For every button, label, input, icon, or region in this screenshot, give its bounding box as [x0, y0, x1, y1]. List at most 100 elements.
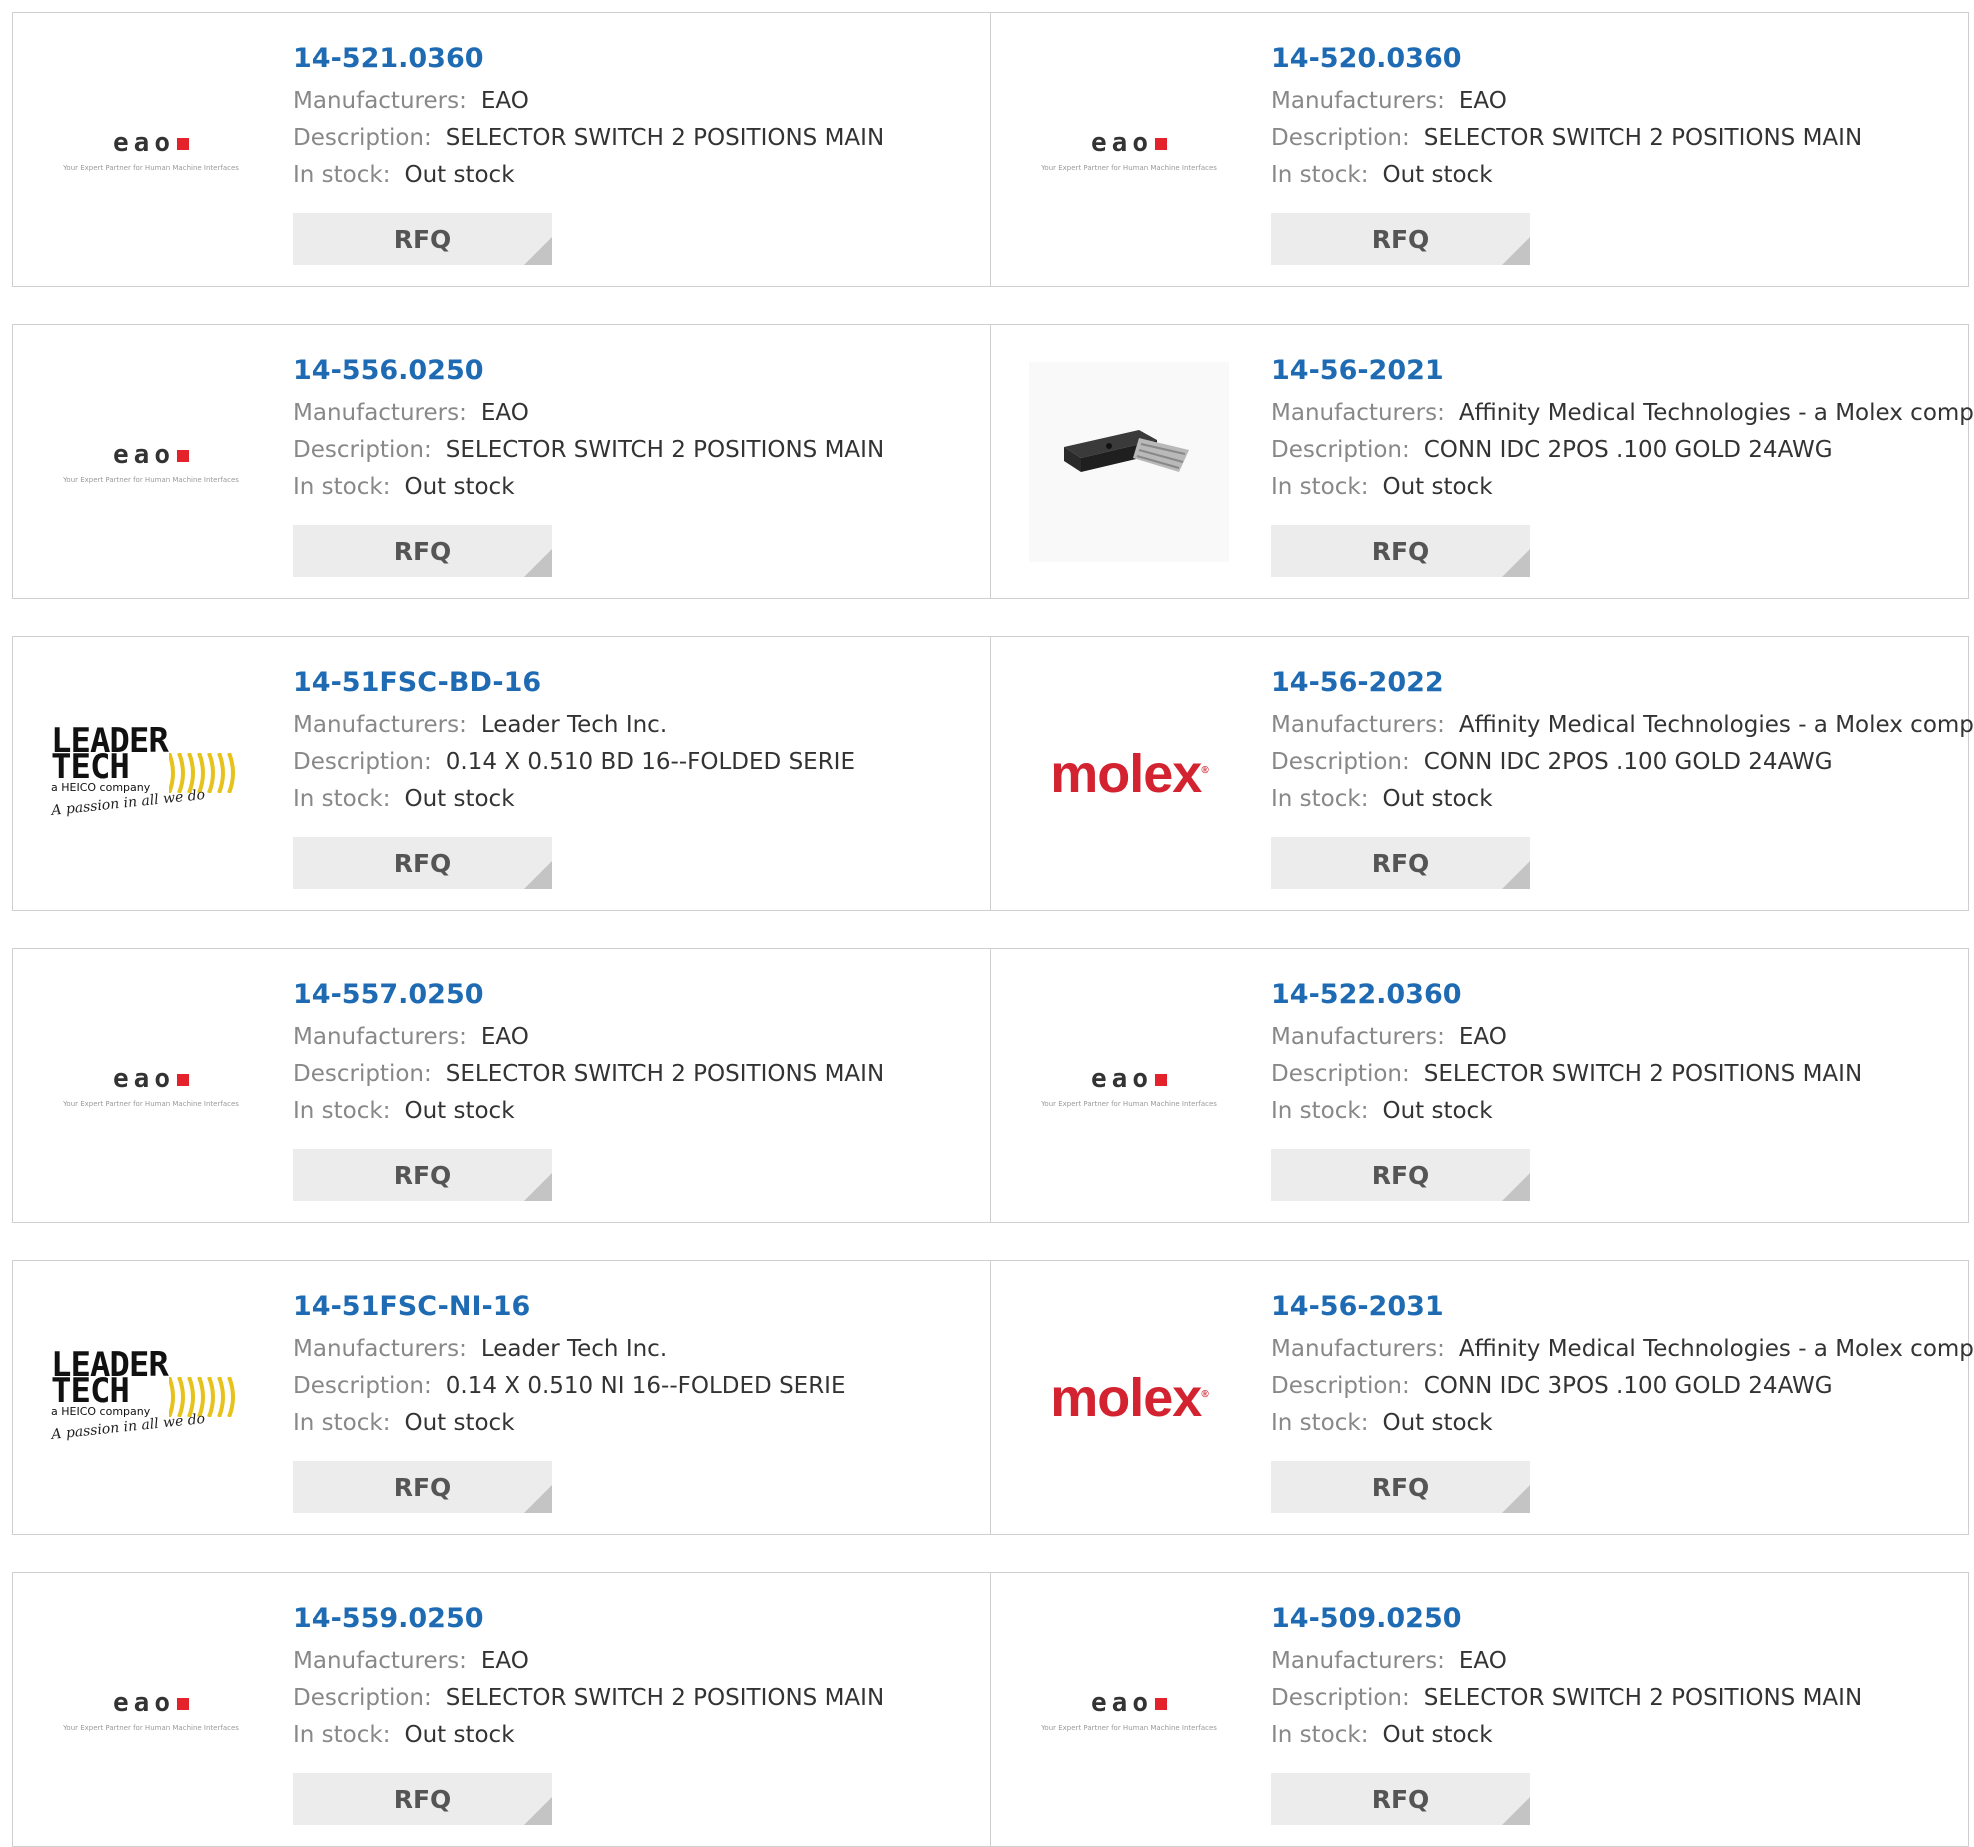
rfq-label: RFQ	[393, 224, 452, 254]
manufacturer-value: Affinity Medical Technologies - a Molex …	[1458, 1336, 1974, 1362]
stock-label: In stock:	[293, 1722, 391, 1748]
stock-value: Out stock	[404, 1410, 515, 1436]
part-number-link[interactable]: 14-51FSC-NI-16	[293, 1289, 846, 1325]
stock-line: In stock: Out stock	[1271, 781, 1974, 818]
molex-logo: molex®	[1050, 744, 1209, 804]
description-value: 0.14 X 0.510 BD 16--FOLDED SERIE	[445, 749, 855, 775]
stock-line: In stock: Out stock	[1271, 1405, 1974, 1442]
description-label: Description:	[293, 749, 432, 775]
manufacturer-value: Leader Tech Inc.	[480, 712, 668, 738]
part-number-link[interactable]: 14-557.0250	[293, 977, 884, 1013]
part-number-link[interactable]: 14-559.0250	[293, 1601, 884, 1637]
manufacturer-line: Manufacturers: EAO	[293, 1019, 884, 1056]
corner-triangle-icon	[524, 1173, 552, 1201]
manufacturer-logo[interactable]: eao Your Expert Partner for Human Machine…	[1029, 986, 1229, 1186]
corner-triangle-icon	[524, 237, 552, 265]
manufacturer-logo[interactable]: eao Your Expert Partner for Human Machine…	[1029, 1610, 1229, 1810]
eao-square-icon	[176, 138, 189, 150]
part-number-link[interactable]: 14-56-2021	[1271, 353, 1974, 389]
manufacturer-logo[interactable]: molex®	[1029, 1298, 1229, 1498]
rfq-button[interactable]: RFQ	[1271, 837, 1530, 889]
eao-logo: eao Your Expert Partner for Human Machine…	[63, 1688, 239, 1732]
manufacturer-line: Manufacturers: Affinity Medical Technolog…	[1271, 707, 1974, 744]
rfq-button[interactable]: RFQ	[293, 213, 552, 265]
rfq-button[interactable]: RFQ	[1271, 1461, 1530, 1513]
part-number-link[interactable]: 14-56-2022	[1271, 665, 1974, 701]
manufacturer-line: Manufacturers: EAO	[1271, 1019, 1862, 1056]
product-row: eao Your Expert Partner for Human Machine…	[12, 948, 1969, 1223]
stock-value: Out stock	[404, 1722, 515, 1748]
manufacturer-logo[interactable]: molex®	[1029, 674, 1229, 874]
manufacturer-value: Affinity Medical Technologies - a Molex …	[1458, 712, 1974, 738]
eao-square-icon	[1154, 1698, 1167, 1710]
manufacturer-label: Manufacturers:	[1271, 1336, 1445, 1362]
rfq-label: RFQ	[1371, 1784, 1430, 1814]
rfq-button[interactable]: RFQ	[293, 525, 552, 577]
stock-value: Out stock	[404, 474, 515, 500]
part-number-link[interactable]: 14-522.0360	[1271, 977, 1862, 1013]
stock-line: In stock: Out stock	[293, 1405, 846, 1442]
description-line: Description: SELECTOR SWITCH 2 POSITIONS …	[293, 432, 884, 469]
stock-line: In stock: Out stock	[293, 1717, 884, 1754]
description-label: Description:	[1271, 1061, 1410, 1087]
rfq-button[interactable]: RFQ	[1271, 1149, 1530, 1201]
part-number-link[interactable]: 14-521.0360	[293, 41, 884, 77]
stock-label: In stock:	[1271, 162, 1369, 188]
rfq-button[interactable]: RFQ	[293, 837, 552, 889]
rfq-button[interactable]: RFQ	[293, 1773, 552, 1825]
description-label: Description:	[1271, 1685, 1410, 1711]
rfq-button[interactable]: RFQ	[293, 1461, 552, 1513]
manufacturer-logo[interactable]: LEADER TECH a HEICO company A passion in al…	[51, 674, 251, 874]
part-number-link[interactable]: 14-509.0250	[1271, 1601, 1862, 1637]
stock-label: In stock:	[293, 1098, 391, 1124]
description-value: SELECTOR SWITCH 2 POSITIONS MAIN	[445, 437, 885, 463]
description-line: Description: SELECTOR SWITCH 2 POSITIONS …	[293, 120, 884, 157]
product-info: 14-56-2031 Manufacturers: Affinity Medical…	[1271, 1289, 1974, 1442]
product-info: 14-509.0250 Manufacturers: EAO Description:…	[1271, 1601, 1862, 1754]
product-info: 14-556.0250 Manufacturers: EAO Description:…	[293, 353, 884, 506]
stock-label: In stock:	[1271, 1098, 1369, 1124]
part-number-link[interactable]: 14-56-2031	[1271, 1289, 1974, 1325]
manufacturer-line: Manufacturers: Leader Tech Inc.	[293, 1331, 846, 1368]
part-number-link[interactable]: 14-51FSC-BD-16	[293, 665, 855, 701]
manufacturer-label: Manufacturers:	[293, 712, 467, 738]
product-row: eao Your Expert Partner for Human Machine…	[12, 1572, 1969, 1847]
description-line: Description: SELECTOR SWITCH 2 POSITIONS …	[1271, 1680, 1862, 1717]
product-info: 14-521.0360 Manufacturers: EAO Description:…	[293, 41, 884, 194]
manufacturer-logo[interactable]: eao Your Expert Partner for Human Machine…	[51, 986, 251, 1186]
rfq-button[interactable]: RFQ	[1271, 1773, 1530, 1825]
stock-line: In stock: Out stock	[293, 157, 884, 194]
eao-square-icon	[1154, 138, 1167, 150]
corner-triangle-icon	[524, 1797, 552, 1825]
manufacturer-logo[interactable]: eao Your Expert Partner for Human Machine…	[51, 362, 251, 562]
manufacturer-logo[interactable]: LEADER TECH a HEICO company A passion in al…	[51, 1298, 251, 1498]
manufacturer-line: Manufacturers: EAO	[1271, 83, 1862, 120]
product-info: 14-56-2021 Manufacturers: Affinity Medical…	[1271, 353, 1974, 506]
part-number-link[interactable]: 14-556.0250	[293, 353, 884, 389]
corner-triangle-icon	[1502, 1173, 1530, 1201]
part-number-link[interactable]: 14-520.0360	[1271, 41, 1862, 77]
stock-label: In stock:	[1271, 1410, 1369, 1436]
manufacturer-logo[interactable]: eao Your Expert Partner for Human Machine…	[51, 50, 251, 250]
description-value: 0.14 X 0.510 NI 16--FOLDED SERIE	[445, 1373, 846, 1399]
description-value: SELECTOR SWITCH 2 POSITIONS MAIN	[445, 1685, 885, 1711]
rfq-label: RFQ	[1371, 848, 1430, 878]
manufacturer-logo[interactable]: eao Your Expert Partner for Human Machine…	[1029, 50, 1229, 250]
description-label: Description:	[293, 437, 432, 463]
description-line: Description: SELECTOR SWITCH 2 POSITIONS …	[1271, 120, 1862, 157]
description-line: Description: CONN IDC 2POS .100 GOLD 24AW…	[1271, 744, 1974, 781]
manufacturer-logo[interactable]: eao Your Expert Partner for Human Machine…	[51, 1610, 251, 1810]
rfq-button[interactable]: RFQ	[293, 1149, 552, 1201]
description-label: Description:	[1271, 749, 1410, 775]
rfq-button[interactable]: RFQ	[1271, 525, 1530, 577]
product-card: eao Your Expert Partner for Human Machine…	[990, 948, 1969, 1223]
corner-triangle-icon	[1502, 861, 1530, 889]
stock-line: In stock: Out stock	[293, 469, 884, 506]
rfq-label: RFQ	[1371, 536, 1430, 566]
rfq-button[interactable]: RFQ	[1271, 213, 1530, 265]
manufacturer-logo[interactable]	[1029, 362, 1229, 562]
corner-triangle-icon	[1502, 237, 1530, 265]
leader-stripes-icon	[169, 753, 235, 793]
description-value: SELECTOR SWITCH 2 POSITIONS MAIN	[445, 125, 885, 151]
corner-triangle-icon	[1502, 549, 1530, 577]
